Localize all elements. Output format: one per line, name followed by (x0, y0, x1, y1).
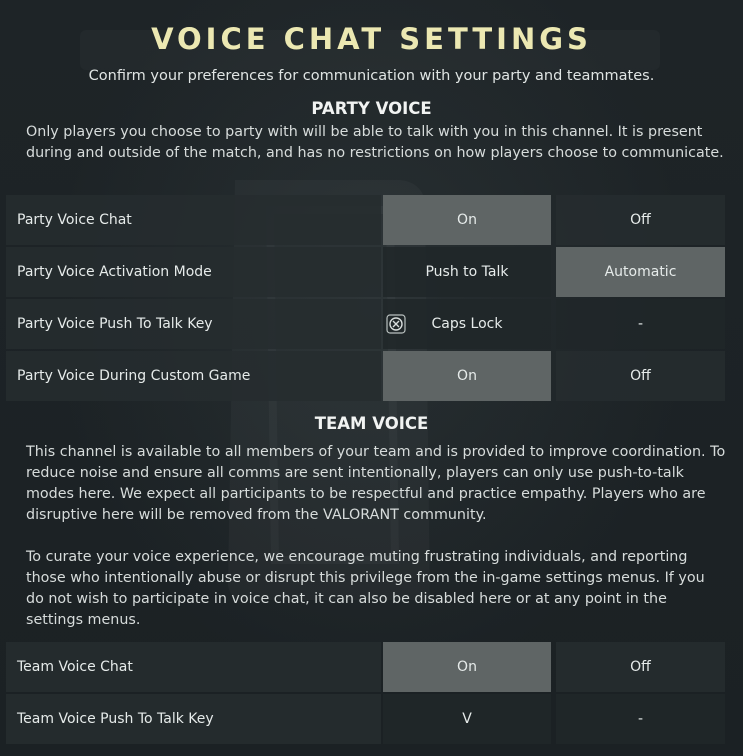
option-off-button[interactable]: Off (556, 351, 725, 401)
setting-row-party-voice-push-to-talk-key: Party Voice Push To Talk Key Caps Lock - (6, 299, 725, 351)
keybind-primary-button[interactable]: V (383, 694, 551, 744)
team-voice-heading: TEAM VOICE (314, 414, 429, 433)
setting-label: Party Voice During Custom Game (17, 368, 251, 384)
setting-label: Team Voice Push To Talk Key (17, 711, 214, 727)
setting-label: Party Voice Activation Mode (17, 264, 212, 280)
keybind-secondary-button[interactable]: - (556, 299, 725, 349)
setting-label: Team Voice Chat (17, 659, 133, 675)
party-voice-heading: PARTY VOICE (311, 99, 432, 118)
option-push-to-talk-button[interactable]: Push to Talk (383, 247, 551, 297)
team-voice-description-text-2: To curate your voice experience, we enco… (26, 549, 705, 628)
setting-label: Party Voice Push To Talk Key (17, 316, 213, 332)
option-on-button[interactable]: On (383, 195, 551, 245)
page-title: VOICE CHAT SETTINGS (151, 22, 592, 56)
team-voice-settings: Team Voice Chat On Off Team Voice Push T… (6, 642, 725, 746)
option-off-button[interactable]: Off (556, 195, 725, 245)
clear-x-icon[interactable] (386, 314, 406, 334)
setting-label: Party Voice Chat (17, 212, 132, 228)
party-voice-settings: Party Voice Chat On Off Party Voice Acti… (6, 195, 725, 403)
keybind-primary-button[interactable]: Caps Lock (383, 299, 551, 349)
keybind-primary-label: Caps Lock (431, 316, 503, 332)
setting-row-party-voice-custom-game: Party Voice During Custom Game On Off (6, 351, 725, 403)
setting-row-party-voice-chat: Party Voice Chat On Off (6, 195, 725, 247)
team-voice-description-text-1: This channel is available to all members… (26, 444, 726, 523)
party-voice-description-text: Only players you choose to party with wi… (26, 124, 724, 161)
option-on-button[interactable]: On (383, 642, 551, 692)
option-off-button[interactable]: Off (556, 642, 725, 692)
setting-row-team-voice-chat: Team Voice Chat On Off (6, 642, 725, 694)
page-subtitle: Confirm your preferences for communicati… (88, 68, 655, 84)
option-on-button[interactable]: On (383, 351, 551, 401)
setting-row-party-voice-activation-mode: Party Voice Activation Mode Push to Talk… (6, 247, 725, 299)
party-voice-description: Only players you choose to party with wi… (26, 122, 726, 164)
team-voice-description: This channel is available to all members… (26, 442, 726, 631)
keybind-secondary-button[interactable]: - (556, 694, 725, 744)
setting-row-team-voice-push-to-talk-key: Team Voice Push To Talk Key V - (6, 694, 725, 746)
option-automatic-button[interactable]: Automatic (556, 247, 725, 297)
